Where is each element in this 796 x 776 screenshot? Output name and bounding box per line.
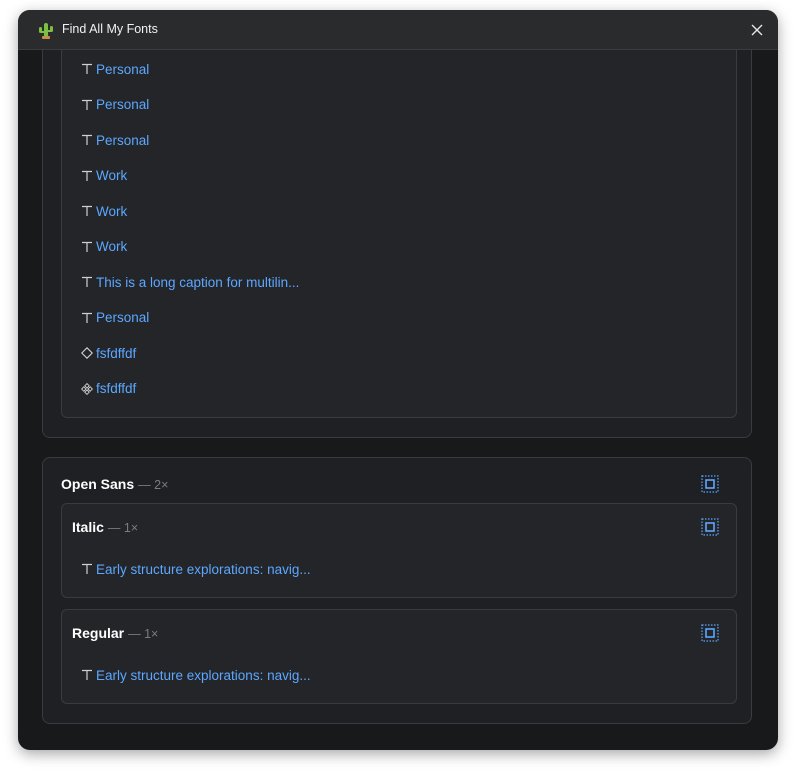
text-icon [80,668,94,682]
layer-item[interactable]: fsfdffdf [80,343,136,363]
layer-item[interactable]: Early structure explorations: navig... [80,559,311,579]
layer-link[interactable]: Personal [96,133,149,148]
usage-count: — 2× [138,478,169,492]
font-group-card: Open Sans — 2× Italic — 1× Early structu… [42,457,752,724]
font-style-card: Italic — 1× Early structure explorations… [61,503,737,598]
text-icon [80,169,94,183]
text-icon [80,62,94,76]
font-style-name: Regular [72,625,125,641]
layer-link[interactable]: fsfdffdf [96,381,136,396]
close-icon [751,24,763,36]
font-family-name: Open Sans [61,476,135,492]
layer-link[interactable]: fsfdffdf [96,346,136,361]
text-icon [80,275,94,289]
select-style-button[interactable] [700,623,720,643]
layer-item[interactable]: Personal [80,308,149,328]
layer-link[interactable]: Early structure explorations: navig... [96,668,311,683]
layer-link[interactable]: Work [96,239,127,254]
usage-count: — 1× [107,521,139,535]
layer-link[interactable]: Early structure explorations: navig... [96,562,311,577]
text-icon [80,240,94,254]
usage-count: — 1× [128,627,159,641]
font-style-card: Personal Personal Personal Work Work Work This… [61,50,737,418]
layer-link[interactable]: Personal [96,310,149,325]
layer-link[interactable]: Personal [96,97,149,112]
layer-item[interactable]: This is a long caption for multilin... [80,272,299,292]
component-icon [80,382,94,396]
text-icon [80,98,94,112]
select-layers-icon [701,624,719,642]
font-style-heading: Italic — 1× [72,519,138,535]
font-style-card: Regular — 1× Early structure exploration… [61,609,737,704]
layer-link[interactable]: Work [96,168,127,183]
text-icon [80,204,94,218]
font-group-card: Personal Personal Personal Work Work Work This… [42,50,752,438]
font-style-heading: Regular — 1× [72,625,158,641]
layer-item[interactable]: fsfdffdf [80,379,136,399]
layer-item[interactable]: Work [80,201,127,221]
layer-item[interactable]: Personal [80,95,149,115]
window-title: Find All My Fonts [62,22,158,36]
select-all-button[interactable] [700,474,720,494]
title-bar: Find All My Fonts [18,10,778,50]
layer-item[interactable]: Early structure explorations: navig... [80,665,311,685]
select-style-button[interactable] [700,517,720,537]
text-icon [80,562,94,576]
component-instance-icon [80,346,94,360]
text-icon [80,311,94,325]
layer-link[interactable]: Work [96,204,127,219]
layer-link[interactable]: Personal [96,62,149,77]
plugin-window: Find All My Fonts Personal Personal Person… [18,10,778,750]
layer-item[interactable]: Personal [80,130,149,150]
layer-item[interactable]: Work [80,237,127,257]
font-style-name: Italic [72,519,104,535]
select-layers-icon [701,475,719,493]
layer-link[interactable]: This is a long caption for multilin... [96,275,299,290]
cactus-logo-icon [38,21,54,39]
layer-item[interactable]: Personal [80,59,149,79]
select-layers-icon [701,518,719,536]
font-group-heading: Open Sans — 2× [61,476,168,492]
close-button[interactable] [746,19,768,41]
layer-item[interactable]: Work [80,166,127,186]
text-icon [80,133,94,147]
results-list[interactable]: Personal Personal Personal Work Work Work This… [18,50,778,750]
